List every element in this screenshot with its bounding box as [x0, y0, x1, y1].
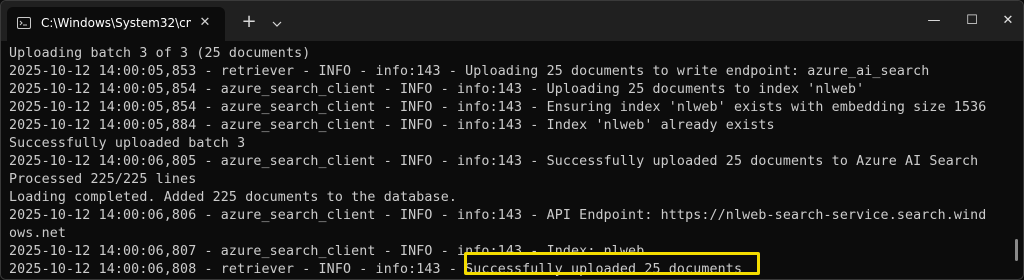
- title-bar: C:\Windows\System32\cmd.e ✕ + — ☐ ✕: [1, 1, 1023, 41]
- highlight-box: [464, 252, 760, 275]
- terminal-line: 2025-10-12 14:00:05,854 - azure_search_c…: [9, 100, 987, 115]
- terminal-line: Processed 225/225 lines: [9, 172, 197, 187]
- terminal-line: Uploading batch 3 of 3 (25 documents): [9, 46, 311, 61]
- terminal-line: Successfully uploaded batch 3: [9, 136, 246, 151]
- terminal-window: C:\Windows\System32\cmd.e ✕ + — ☐ ✕ Uplo…: [0, 0, 1024, 280]
- terminal-line: 2025-10-12 14:00:06,806 - azure_search_c…: [9, 208, 987, 223]
- tab-close-icon[interactable]: ✕: [195, 13, 215, 33]
- new-tab-button[interactable]: +: [237, 11, 261, 33]
- close-button[interactable]: ✕: [985, 1, 1023, 41]
- terminal-line: Loading completed. Added 225 documents t…: [9, 190, 457, 205]
- tab-title: C:\Windows\System32\cmd.e: [41, 16, 191, 30]
- scrollbar-thumb[interactable]: [1015, 239, 1018, 261]
- terminal-line: 2025-10-12 14:00:05,854 - azure_search_c…: [9, 82, 865, 97]
- terminal-line: 2025-10-12 14:00:05,884 - azure_search_c…: [9, 118, 775, 133]
- terminal-output[interactable]: Uploading batch 3 of 3 (25 documents) 20…: [1, 41, 1013, 279]
- chevron-down-icon[interactable]: [265, 11, 289, 33]
- terminal-line: ows.net: [9, 226, 67, 241]
- terminal-line: 2025-10-12 14:00:06,805 - azure_search_c…: [9, 154, 979, 169]
- terminal-line: 2025-10-12 14:00:05,853 - retriever - IN…: [9, 64, 930, 79]
- tab-cmd[interactable]: C:\Windows\System32\cmd.e ✕: [7, 7, 225, 41]
- terminal-icon: [17, 17, 31, 29]
